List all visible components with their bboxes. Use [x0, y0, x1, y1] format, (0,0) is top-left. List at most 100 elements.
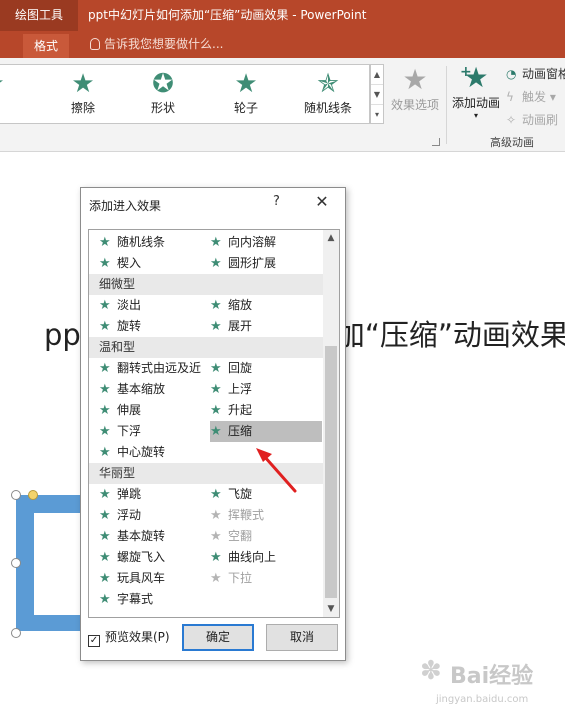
slide-title-left: pp — [44, 318, 81, 352]
tell-me-search[interactable]: 告诉我您想要做什么... — [90, 31, 223, 58]
gallery-item-split[interactable]: ★裂 — [0, 69, 28, 121]
effect-item-label: 中心旋转 — [117, 445, 166, 459]
ok-button[interactable]: 确定 — [182, 624, 254, 651]
star-icon: ★ — [99, 508, 111, 523]
effect-item[interactable]: ★ 螺旋飞入 — [99, 547, 165, 568]
effect-item[interactable]: ★ 圆形扩展 — [210, 253, 322, 274]
effect-item-label: 向内溶解 — [228, 235, 277, 249]
effect-item[interactable]: ★ 空翻 — [210, 526, 322, 547]
effect-category-header: 温和型 — [89, 337, 323, 358]
scroll-up-arrow-icon[interactable]: ▲ — [323, 230, 339, 246]
effect-item[interactable]: ★ 压缩 — [210, 421, 322, 442]
effect-list-scrollbar[interactable]: ▲ ▼ — [323, 230, 339, 617]
gallery-item-label: 裂 — [0, 99, 28, 117]
effect-item[interactable]: ★ 挥鞭式 — [210, 505, 322, 526]
star-icon: ✯ — [317, 69, 339, 99]
resize-handle[interactable] — [11, 558, 21, 568]
effect-item[interactable]: ★ 下拉 — [210, 568, 322, 589]
star-icon: ★ — [210, 403, 222, 418]
gallery-scroll-up[interactable]: ▲ — [371, 65, 383, 85]
preview-effect-checkbox[interactable]: ✓ 预览效果(P) — [88, 628, 170, 647]
effect-item[interactable]: ★ 基本缩放 — [99, 379, 165, 400]
effect-item-label: 字幕式 — [117, 592, 154, 606]
effect-options-button[interactable]: ★ 效果选项 — [386, 64, 444, 113]
effect-row: ★ 玩具风车 ★ 下拉 — [89, 568, 323, 589]
gallery-item-wipe[interactable]: ★ 擦除 — [48, 69, 118, 121]
scroll-down-arrow-icon[interactable]: ▼ — [323, 601, 339, 617]
star-icon: ★ — [210, 361, 222, 376]
gallery-item-label: 随机线条 — [303, 101, 352, 115]
effect-item-label: 旋转 — [117, 319, 142, 333]
gallery-scroll: ▲ ▼ ▾ — [370, 64, 384, 124]
gallery-item-random-bars[interactable]: ✯ 随机线条 — [293, 69, 363, 121]
effect-item[interactable]: ★ 淡出 — [99, 295, 141, 316]
effect-item-label: 展开 — [228, 319, 253, 333]
effect-item-label: 下浮 — [117, 424, 142, 438]
effect-item-label: 玩具风车 — [117, 571, 166, 585]
effect-item[interactable]: ★ 字幕式 — [99, 589, 153, 610]
effect-item[interactable]: ★ 曲线向上 — [210, 547, 322, 568]
star-icon: ★ — [99, 256, 111, 271]
checkbox-checked-icon: ✓ — [88, 635, 100, 647]
add-animation-button[interactable]: + ★ 添加动画 ▾ — [448, 62, 504, 121]
gallery-item-wheel[interactable]: ★ 轮子 — [211, 69, 281, 121]
title-bar: 绘图工具 ppt中幻灯片如何添加“压缩”动画效果 - PowerPoint — [0, 0, 565, 31]
effect-item[interactable]: ★ 回旋 — [210, 358, 322, 379]
effect-item[interactable]: ★ 楔入 — [99, 253, 141, 274]
star-icon: ★ — [234, 69, 258, 99]
star-icon: ★ — [210, 571, 222, 586]
effect-category-header: 细微型 — [89, 274, 323, 295]
trigger-button[interactable]: ϟ 触发 ▾ — [506, 88, 556, 105]
effect-item[interactable]: ★ 玩具风车 — [99, 568, 165, 589]
effect-item[interactable]: ★ 向内溶解 — [210, 232, 322, 253]
star-icon: ★ — [402, 63, 428, 96]
effect-item[interactable]: ★ 伸展 — [99, 400, 141, 421]
star-icon: ★ — [210, 550, 222, 565]
effect-item[interactable]: ★ 上浮 — [210, 379, 322, 400]
gallery-more[interactable]: ▾ — [371, 105, 383, 125]
star-icon: ★ — [99, 298, 111, 313]
resize-handle[interactable] — [11, 490, 21, 500]
effect-item[interactable]: ★ 缩放 — [210, 295, 322, 316]
effect-item-label: 弹跳 — [117, 487, 142, 501]
dialog-launcher-icon[interactable] — [432, 138, 440, 146]
effect-row: ★ 字幕式 — [89, 589, 323, 610]
animation-pane-button[interactable]: ◔ 动画窗格 — [506, 65, 565, 82]
cancel-button[interactable]: 取消 — [266, 624, 338, 651]
effect-item[interactable]: ★ 下浮 — [99, 421, 141, 442]
effect-item[interactable]: ★ 基本旋转 — [99, 526, 165, 547]
ribbon-tab-row: 格式 告诉我您想要做什么... — [0, 31, 565, 58]
star-icon: ★ — [99, 487, 111, 502]
effect-item[interactable]: ★ 展开 — [210, 316, 322, 337]
help-icon[interactable]: ? — [273, 194, 280, 209]
star-icon: ★ — [463, 61, 489, 94]
gallery-item-shape[interactable]: ✪ 形状 — [128, 69, 198, 121]
brush-icon: ✧ — [506, 113, 517, 127]
effect-row: ★ 基本旋转 ★ 空翻 — [89, 526, 323, 547]
close-icon[interactable]: ✕ — [314, 192, 330, 211]
effect-item[interactable]: ★ 旋转 — [99, 316, 141, 337]
effect-item[interactable]: ★ 中心旋转 — [99, 442, 165, 463]
effect-item-label: 浮动 — [117, 508, 142, 522]
effect-item[interactable]: ★ 随机线条 — [99, 232, 165, 253]
animation-painter-button[interactable]: ✧ 动画刷 — [506, 111, 558, 128]
effect-list: ★ 随机线条 ★ 向内溶解 ★ 楔入 ★ 圆形扩展 细微型 ★ 淡出 ★ 缩放 ★ 旋转 ★ 展开 温和型 ★ 翻转式… — [88, 229, 340, 618]
scroll-thumb[interactable] — [325, 346, 337, 598]
window-title: ppt中幻灯片如何添加“压缩”动画效果 - PowerPoint — [88, 8, 367, 22]
effect-item[interactable]: ★ 升起 — [210, 400, 322, 421]
effect-item-label: 缩放 — [228, 298, 253, 312]
rotate-handle[interactable] — [28, 490, 38, 500]
effect-item-label: 回旋 — [228, 361, 253, 375]
trigger-label: 触发 — [522, 90, 547, 104]
effect-item-label: 曲线向上 — [228, 550, 277, 564]
effect-item[interactable]: ★ 浮动 — [99, 505, 141, 526]
gallery-scroll-down[interactable]: ▼ — [371, 85, 383, 105]
tab-format[interactable]: 格式 — [23, 34, 69, 58]
effect-item[interactable]: ★ 弹跳 — [99, 484, 141, 505]
effect-item-label: 升起 — [228, 403, 253, 417]
gallery-item-label: 形状 — [150, 101, 175, 115]
ribbon-divider — [446, 66, 447, 144]
resize-handle[interactable] — [11, 628, 21, 638]
effect-item[interactable]: ★ 翻转式由远及近 — [99, 358, 201, 379]
star-icon: ★ — [210, 319, 222, 334]
